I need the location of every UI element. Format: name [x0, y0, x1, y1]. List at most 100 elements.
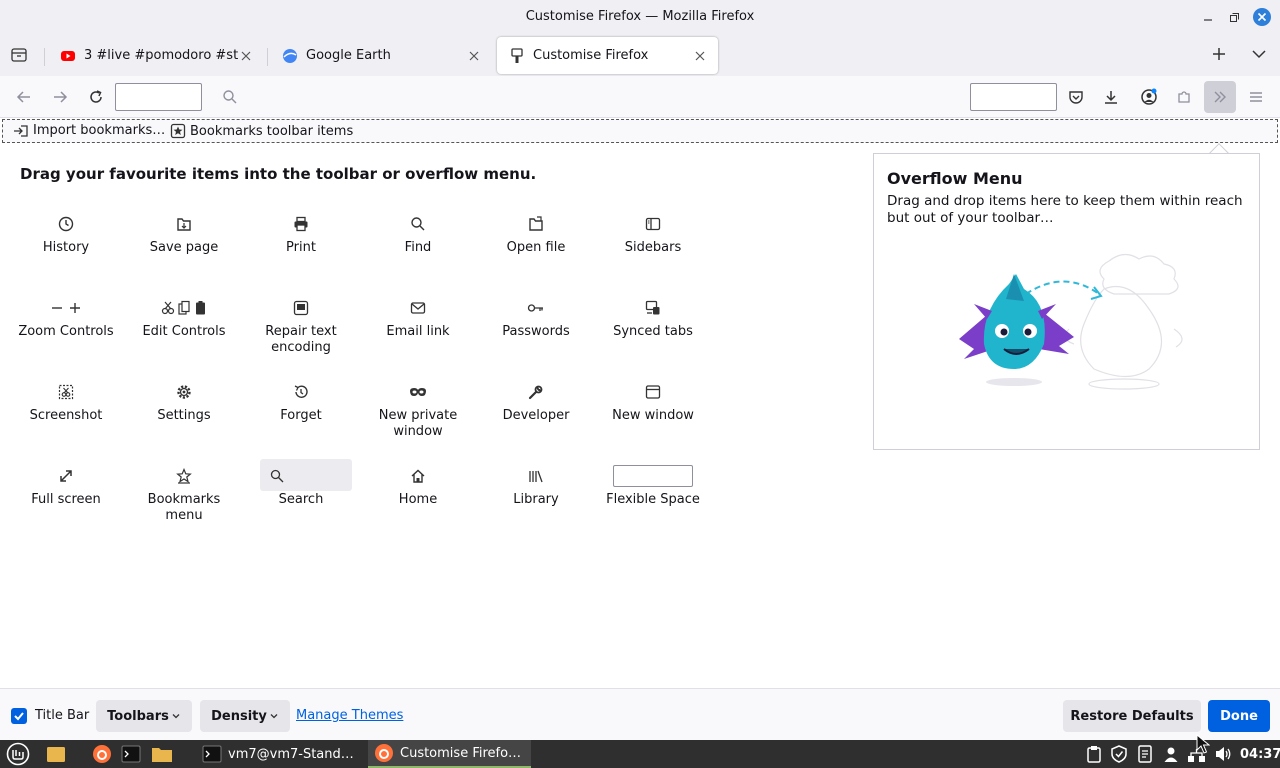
bookmarks-toolbar: Import bookmarks… Bookmarks toolbar item… [2, 119, 1278, 143]
close-tab-icon[interactable] [238, 48, 254, 64]
downloads-button[interactable] [1097, 84, 1125, 110]
screenshot-icon [58, 384, 74, 400]
palette-item-label: Print [286, 240, 316, 255]
clipboard-tray[interactable] [1086, 740, 1102, 768]
firefox-icon [375, 744, 393, 762]
palette-item-history[interactable]: History [14, 214, 118, 256]
palette-item-screenshot[interactable]: Screenshot [14, 382, 118, 424]
palette-item-email-link[interactable]: Email link [366, 298, 470, 340]
tab-label: Customise Firefox [533, 48, 649, 63]
speaker-icon [1216, 747, 1231, 761]
pocket-button[interactable] [1062, 84, 1090, 110]
back-button[interactable] [10, 84, 38, 110]
palette-item-label: Full screen [31, 492, 101, 507]
palette-item-developer[interactable]: Developer [484, 382, 588, 424]
save-page-icon [177, 218, 191, 231]
restore-defaults-button[interactable]: Restore Defaults [1063, 700, 1201, 732]
forward-button[interactable] [46, 84, 74, 110]
done-button[interactable]: Done [1208, 700, 1270, 732]
mouse-cursor-icon [1196, 734, 1210, 754]
close-window-button[interactable] [1253, 8, 1271, 26]
search-icon [223, 90, 237, 104]
maximize-button[interactable] [1225, 8, 1243, 26]
palette-item-save-page[interactable]: Save page [132, 214, 236, 256]
flexible-space[interactable] [970, 83, 1057, 111]
plus-icon [1213, 48, 1225, 60]
flexible-space[interactable] [115, 83, 202, 111]
palette-item-home[interactable]: Home [366, 466, 470, 508]
navigation-toolbar [0, 76, 1280, 118]
firefox-view-button[interactable] [10, 46, 28, 68]
pocket-icon [1069, 91, 1083, 104]
palette-item-synced-tabs[interactable]: Synced tabs [601, 298, 705, 340]
palette-item-label: History [42, 240, 90, 255]
taskbar-task-terminal[interactable]: vm7@vm7-Stand… [196, 740, 360, 768]
synced-tabs-icon [645, 300, 660, 315]
urlbar-search-button[interactable] [216, 84, 244, 110]
title-bar-checkbox[interactable] [11, 708, 27, 724]
window-icon [645, 385, 661, 399]
palette-item-full-screen[interactable]: Full screen [14, 466, 118, 508]
palette-item-print[interactable]: Print [249, 214, 353, 256]
folder-launcher[interactable] [151, 740, 173, 768]
palette-item-open-file[interactable]: Open file [484, 214, 588, 256]
palette-item-label: Edit Controls [142, 324, 226, 339]
palette-item-label: Open file [506, 240, 566, 255]
reload-button[interactable] [82, 84, 110, 110]
tab-youtube[interactable]: 3 #live #pomodoro #study [48, 37, 264, 74]
palette-item-library[interactable]: Library [484, 466, 588, 508]
palette-item-settings[interactable]: Settings [132, 382, 236, 424]
toolbars-button[interactable]: Toolbars [96, 700, 192, 732]
minimize-button[interactable] [1199, 8, 1217, 26]
search-box-icon [270, 469, 284, 483]
tab-customise-firefox[interactable]: Customise Firefox [497, 37, 718, 74]
close-tab-icon[interactable] [692, 48, 708, 64]
palette-item-edit-controls[interactable]: Edit Controls [132, 298, 236, 340]
toolbars-label: Toolbars [107, 708, 169, 724]
app-menu-button[interactable] [1242, 84, 1270, 110]
palette-item-new-window[interactable]: New window [601, 382, 705, 424]
list-all-tabs-button[interactable] [1251, 47, 1267, 65]
printer-icon [294, 216, 308, 232]
firefox-launcher[interactable] [92, 740, 112, 768]
close-tab-icon[interactable] [466, 48, 482, 64]
bookmarks-toolbar-items[interactable]: Bookmarks toolbar items [170, 123, 353, 139]
overflow-menu-panel: Overflow Menu Drag and drop items here t… [873, 153, 1260, 450]
import-bookmarks-button[interactable]: Import bookmarks… [13, 123, 165, 138]
wrench-icon [528, 385, 543, 400]
overflow-menu-button[interactable] [1204, 81, 1236, 113]
new-tab-button[interactable] [1211, 46, 1227, 66]
window-title: Customise Firefox — Mozilla Firefox [525, 9, 755, 24]
account-button[interactable] [1135, 84, 1163, 110]
user-tray[interactable] [1163, 740, 1179, 768]
shield-tray[interactable] [1110, 740, 1128, 768]
star-box-icon [170, 123, 186, 139]
palette-item-sidebars[interactable]: Sidebars [601, 214, 705, 256]
terminal-launcher[interactable] [121, 740, 141, 768]
palette-item-bookmarks-menu[interactable]: Bookmarks menu [132, 466, 236, 524]
tab-label: Google Earth [306, 48, 391, 63]
palette-item-repair-text-encoding[interactable]: Repair text encoding [249, 298, 353, 356]
density-button[interactable]: Density [200, 700, 290, 732]
volume-tray[interactable] [1214, 740, 1232, 768]
envelope-icon [410, 302, 426, 314]
tab-google-earth[interactable]: Google Earth [270, 37, 492, 74]
youtube-icon [61, 50, 75, 61]
palette-item-flexible-space[interactable]: Flexible Space [601, 465, 705, 508]
palette-item-new-private-window[interactable]: New private window [366, 382, 470, 440]
palette-item-zoom-controls[interactable]: Zoom Controls [14, 298, 118, 340]
task-label: Customise Firefo… [400, 745, 522, 761]
palette-item-find[interactable]: Find [366, 214, 470, 256]
palette-item-search[interactable]: Search [249, 459, 353, 508]
notes-tray[interactable] [1137, 740, 1153, 768]
taskbar-clock[interactable]: 04:37 [1240, 740, 1280, 768]
palette-item-forget[interactable]: Forget [249, 382, 353, 424]
taskbar-task-firefox[interactable]: Customise Firefo… [368, 740, 531, 768]
files-launcher[interactable] [46, 740, 66, 768]
extensions-button[interactable] [1170, 84, 1198, 110]
task-label: vm7@vm7-Stand… [228, 746, 354, 762]
manage-themes-link[interactable]: Manage Themes [296, 708, 403, 723]
palette-item-passwords[interactable]: Passwords [484, 298, 588, 340]
start-menu-button[interactable] [6, 740, 30, 768]
clock-icon [58, 216, 74, 232]
